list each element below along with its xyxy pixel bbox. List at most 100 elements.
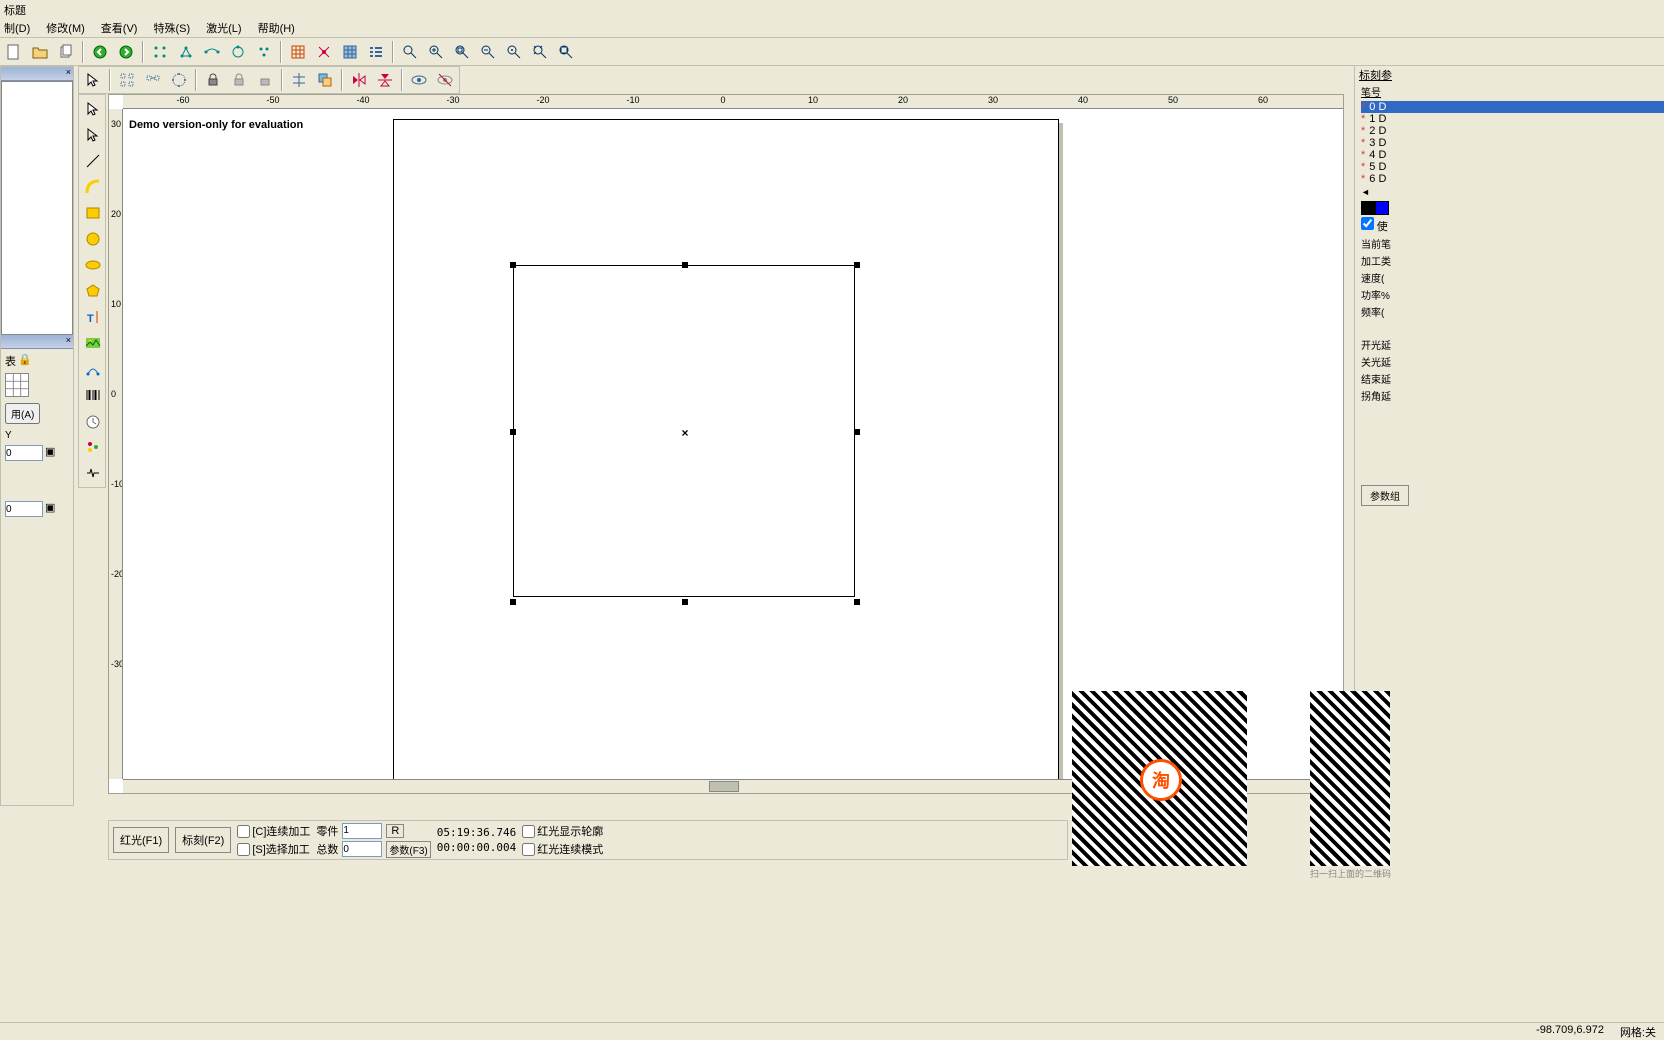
hatch-icon[interactable] bbox=[286, 40, 310, 64]
spinner-icon[interactable]: ▣ bbox=[45, 445, 55, 461]
grid-icon[interactable] bbox=[338, 40, 362, 64]
pen-row[interactable]: *1 D bbox=[1361, 113, 1664, 125]
pen-row[interactable]: *2 D bbox=[1361, 125, 1664, 137]
config-icon[interactable] bbox=[312, 40, 336, 64]
menu-special[interactable]: 特殊(S) bbox=[153, 20, 190, 35]
zoom-fit-icon[interactable] bbox=[450, 40, 474, 64]
menu-draw[interactable]: 制(D) bbox=[4, 20, 30, 35]
mark-button[interactable]: 标刻(F2) bbox=[175, 827, 231, 853]
node2-icon[interactable] bbox=[174, 40, 198, 64]
lock3-icon[interactable] bbox=[253, 68, 277, 92]
align-icon[interactable] bbox=[287, 68, 311, 92]
resize-handle-s[interactable] bbox=[682, 599, 688, 605]
close-icon[interactable]: × bbox=[66, 67, 71, 77]
menu-modify[interactable]: 修改(M) bbox=[46, 20, 85, 35]
pen-list[interactable]: *0 D *1 D *2 D *3 D *4 D *5 D *6 D bbox=[1361, 101, 1664, 185]
eye-off-icon[interactable] bbox=[433, 68, 457, 92]
mirror-h-icon[interactable] bbox=[347, 68, 371, 92]
cursor-icon[interactable] bbox=[81, 68, 105, 92]
param-label: 当前笔 bbox=[1361, 236, 1664, 251]
menu-laser[interactable]: 激光(L) bbox=[206, 20, 241, 35]
polygon-tool-icon[interactable] bbox=[81, 279, 105, 303]
open-icon[interactable] bbox=[28, 40, 52, 64]
menu-view[interactable]: 查看(V) bbox=[101, 20, 138, 35]
image-tool-icon[interactable] bbox=[81, 331, 105, 355]
pen-row[interactable]: *4 D bbox=[1361, 149, 1664, 161]
layer-icon[interactable] bbox=[313, 68, 337, 92]
pen-row[interactable]: *3 D bbox=[1361, 137, 1664, 149]
circle-tool-icon[interactable] bbox=[81, 227, 105, 251]
resize-handle-w[interactable] bbox=[510, 429, 516, 435]
resize-handle-ne[interactable] bbox=[854, 262, 860, 268]
scrollbar-thumb[interactable] bbox=[709, 781, 739, 792]
resize-handle-se[interactable] bbox=[854, 599, 860, 605]
node-edit-icon[interactable] bbox=[81, 123, 105, 147]
continuous-checkbox[interactable]: [C]连续加工 bbox=[237, 823, 310, 839]
params-button[interactable]: 参数(F3) bbox=[386, 841, 430, 858]
list-icon[interactable] bbox=[364, 40, 388, 64]
io-tool-icon[interactable] bbox=[81, 435, 105, 459]
zoom-icon[interactable] bbox=[398, 40, 422, 64]
zoom-sel-icon[interactable] bbox=[502, 40, 526, 64]
zoom-in-icon[interactable] bbox=[424, 40, 448, 64]
mirror-v-icon[interactable] bbox=[373, 68, 397, 92]
pen-row[interactable]: *5 D bbox=[1361, 161, 1664, 173]
array3-icon[interactable] bbox=[167, 68, 191, 92]
spinner-icon[interactable]: ▣ bbox=[45, 501, 55, 517]
zoom-all-icon[interactable] bbox=[528, 40, 552, 64]
resize-handle-n[interactable] bbox=[682, 262, 688, 268]
pen-row[interactable]: *6 D bbox=[1361, 173, 1664, 185]
pen-row[interactable]: *0 D bbox=[1361, 101, 1664, 113]
resize-handle-e[interactable] bbox=[854, 429, 860, 435]
scroll-left-icon[interactable]: ◄ bbox=[1361, 187, 1658, 197]
timer-tool-icon[interactable] bbox=[81, 409, 105, 433]
encoder-tool-icon[interactable] bbox=[81, 461, 105, 485]
apply-button[interactable]: 用(A) bbox=[5, 403, 40, 424]
array1-icon[interactable] bbox=[115, 68, 139, 92]
bottom-control-bar: 红光(F1) 标刻(F2) [C]连续加工 [S]选择加工 零件R 总数参数(F… bbox=[108, 820, 1068, 860]
color-swatch-blue[interactable] bbox=[1375, 201, 1389, 215]
reset-button[interactable]: R bbox=[386, 824, 404, 838]
text-tool-icon[interactable]: T bbox=[81, 305, 105, 329]
lock2-icon[interactable] bbox=[227, 68, 251, 92]
total-input[interactable] bbox=[342, 841, 382, 857]
y-input[interactable] bbox=[5, 501, 43, 517]
window-title: 标题 bbox=[0, 0, 1664, 18]
redo-icon[interactable] bbox=[114, 40, 138, 64]
close-icon[interactable]: × bbox=[66, 335, 71, 345]
zoom-out-icon[interactable] bbox=[476, 40, 500, 64]
object-list[interactable] bbox=[1, 81, 73, 335]
parts-input[interactable] bbox=[342, 823, 382, 839]
canvas[interactable]: Demo version-only for evaluation × bbox=[123, 109, 1329, 779]
zoom-ext-icon[interactable] bbox=[554, 40, 578, 64]
node3-icon[interactable] bbox=[200, 40, 224, 64]
curve-tool-icon[interactable] bbox=[81, 175, 105, 199]
barcode-tool-icon[interactable] bbox=[81, 383, 105, 407]
array2-icon[interactable] bbox=[141, 68, 165, 92]
resize-handle-nw[interactable] bbox=[510, 262, 516, 268]
eye-icon[interactable] bbox=[407, 68, 431, 92]
line-tool-icon[interactable] bbox=[81, 149, 105, 173]
rect-tool-icon[interactable] bbox=[81, 201, 105, 225]
node5-icon[interactable] bbox=[252, 40, 276, 64]
undo-icon[interactable] bbox=[88, 40, 112, 64]
select-proc-checkbox[interactable]: [S]选择加工 bbox=[237, 841, 310, 857]
select-tool-icon[interactable] bbox=[81, 97, 105, 121]
x-input[interactable] bbox=[5, 445, 43, 461]
copy-icon[interactable] bbox=[54, 40, 78, 64]
color-swatch-black[interactable] bbox=[1361, 201, 1375, 215]
param-group-button[interactable]: 参数组 bbox=[1361, 485, 1409, 506]
lock-icon[interactable] bbox=[201, 68, 225, 92]
red-light-button[interactable]: 红光(F1) bbox=[113, 827, 169, 853]
red-outline-checkbox[interactable]: 红光显示轮廓 bbox=[522, 823, 603, 839]
new-icon[interactable] bbox=[2, 40, 26, 64]
red-continuous-checkbox[interactable]: 红光连续模式 bbox=[522, 841, 603, 857]
resize-handle-sw[interactable] bbox=[510, 599, 516, 605]
ellipse-tool-icon[interactable] bbox=[81, 253, 105, 277]
menu-help[interactable]: 帮助(H) bbox=[258, 20, 295, 35]
vector-tool-icon[interactable] bbox=[81, 357, 105, 381]
use-default-checkbox[interactable]: 使 bbox=[1361, 217, 1664, 234]
lock-icon[interactable]: 🔒 bbox=[18, 353, 32, 369]
node4-icon[interactable] bbox=[226, 40, 250, 64]
node1-icon[interactable] bbox=[148, 40, 172, 64]
